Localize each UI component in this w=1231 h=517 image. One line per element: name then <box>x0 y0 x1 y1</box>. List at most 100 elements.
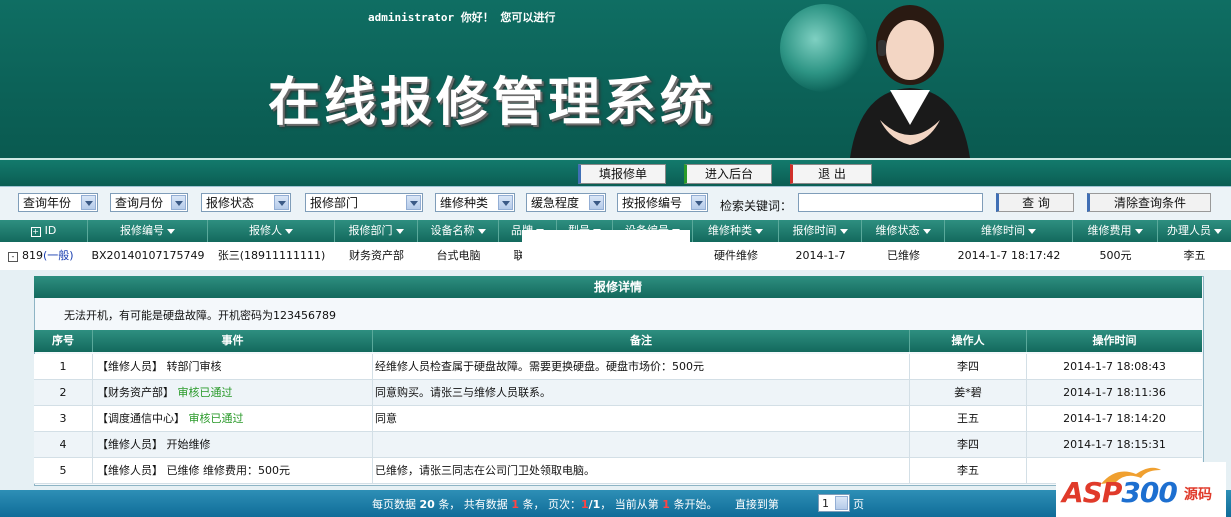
year-select-value: 查询年份 <box>23 196 72 210</box>
detail-note: 经维修人员检查属于硬盘故障。需要更换硬盘。硬盘市场价：500元 <box>373 354 910 379</box>
pager-label: 每页数据 <box>372 498 416 511</box>
logo-text-a: ASP <box>1062 476 1122 509</box>
chevron-down-icon <box>691 195 706 210</box>
sort-icon <box>755 228 763 234</box>
col-handler[interactable]: 办理人员 <box>1158 220 1231 242</box>
detail-time: 2014-1-7 18:15:31 <box>1063 438 1166 451</box>
fill-repair-button[interactable]: 填报修单 <box>578 164 666 184</box>
sort-icon <box>395 228 404 234</box>
detail-event-text: 【维修人员】 已维修 维修费用：500元 <box>97 464 290 477</box>
sort-icon <box>477 228 486 234</box>
pager-label: 条， 共有数据 <box>438 498 508 511</box>
col-repair-time-label: 维修时间 <box>981 224 1025 237</box>
col-handler-label: 办理人员 <box>1167 224 1211 237</box>
detail-event-text: 【调度通信中心】 <box>97 412 185 425</box>
detail-no: 5 <box>34 458 93 483</box>
col-number[interactable]: 报修编号 <box>88 220 208 242</box>
detail-col-note: 备注 <box>373 330 910 352</box>
greeting-message: 你好！ 您可以进行 <box>460 11 556 24</box>
chevron-down-icon <box>81 195 96 210</box>
sort-icon <box>285 228 293 234</box>
urgency-select-value: 缓急程度 <box>531 196 580 210</box>
row-repair-type: 硬件维修 <box>714 249 758 262</box>
detail-note <box>373 432 910 457</box>
col-status-label: 维修状态 <box>875 224 920 237</box>
detail-description: 无法开机，有可能是硬盘故障。开机密码为123456789 <box>64 309 336 322</box>
logo-text-b: 300 <box>1121 476 1177 509</box>
detail-note: 已维修，请张三同志在公司门卫处领取电脑。 <box>373 458 910 483</box>
detail-time: 2014-1-7 18:08:43 <box>1063 360 1166 373</box>
urgency-select[interactable]: 缓急程度 <box>526 193 606 212</box>
year-select[interactable]: 查询年份 <box>18 193 98 212</box>
chevron-down-icon <box>274 195 289 210</box>
pager-total: 1 <box>511 498 519 511</box>
number-select[interactable]: 按报修编号 <box>617 193 708 212</box>
row-status: 已维修 <box>887 249 920 262</box>
sort-icon <box>1214 228 1222 234</box>
col-status[interactable]: 维修状态 <box>862 220 945 242</box>
detail-note: 同意购买。请张三与维修人员联系。 <box>373 380 910 405</box>
col-id-label: ID <box>44 224 57 237</box>
col-device[interactable]: 设备名称 <box>418 220 499 242</box>
watermark-logo: ASP300 源码 <box>1056 462 1226 517</box>
logout-button[interactable]: 退 出 <box>790 164 872 184</box>
row-repair-time: 2014-1-7 18:17:42 <box>957 249 1061 262</box>
number-select-value: 按报修编号 <box>622 196 683 210</box>
collapse-icon[interactable]: - <box>8 252 18 262</box>
search-button[interactable]: 查 询 <box>996 193 1074 212</box>
col-report-time[interactable]: 报修时间 <box>779 220 862 242</box>
detail-event-text: 【维修人员】 开始维修 <box>97 438 211 451</box>
type-select[interactable]: 维修种类 <box>435 193 515 212</box>
page-jump-value: 1 <box>822 497 829 510</box>
detail-no: 1 <box>34 354 93 379</box>
detail-note: 同意 <box>373 406 910 431</box>
detail-event-status: 审核已通过 <box>188 412 244 425</box>
pager-total-pages: /1 <box>588 498 601 511</box>
sort-icon <box>1028 228 1036 234</box>
expand-all-icon[interactable]: + <box>30 227 41 237</box>
row-level-link[interactable]: (一般) <box>43 249 74 262</box>
col-repair-time[interactable]: 维修时间 <box>945 220 1073 242</box>
page-jump-select[interactable]: 1 <box>818 494 850 512</box>
pager-start: 1 <box>662 498 670 511</box>
col-dept[interactable]: 报修部门 <box>335 220 418 242</box>
month-select[interactable]: 查询月份 <box>110 193 188 212</box>
detail-event: 【财务资产部】 审核已通过 <box>93 380 373 405</box>
detail-event-status: 审核已通过 <box>177 386 233 399</box>
detail-col-operator: 操作人 <box>910 330 1027 352</box>
row-reporter: 张三(18911111111) <box>217 249 326 262</box>
dept-select[interactable]: 报修部门 <box>305 193 423 212</box>
clear-filters-button[interactable]: 清除查询条件 <box>1087 193 1211 212</box>
detail-col-no: 序号 <box>34 330 93 352</box>
keyword-input[interactable] <box>798 193 983 212</box>
logo-text-c: 源码 <box>1184 487 1212 503</box>
pager-per-page: 20 <box>419 498 435 511</box>
col-repair-type[interactable]: 维修种类 <box>693 220 779 242</box>
status-select[interactable]: 报修状态 <box>201 193 291 212</box>
col-reporter[interactable]: 报修人 <box>208 220 335 242</box>
row-handler: 李五 <box>1183 249 1206 262</box>
sort-icon <box>1134 228 1143 234</box>
detail-event: 【维修人员】 已维修 维修费用：500元 <box>93 458 373 483</box>
detail-title: 报修详情 <box>34 276 1202 298</box>
status-select-value: 报修状态 <box>206 196 255 210</box>
detail-operator: 王五 <box>910 406 1027 431</box>
detail-col-event: 事件 <box>93 330 373 352</box>
row-device: 台式电脑 <box>436 249 481 262</box>
col-dept-label: 报修部门 <box>348 224 393 237</box>
sort-icon <box>167 228 175 234</box>
row-number: BX20140107175749 <box>91 249 205 262</box>
col-id[interactable]: + ID <box>0 220 88 242</box>
detail-operator: 姜*碧 <box>910 380 1027 405</box>
col-cost-label: 维修费用 <box>1087 224 1132 237</box>
detail-event: 【调度通信中心】 审核已通过 <box>93 406 373 431</box>
detail-no: 3 <box>34 406 93 431</box>
col-reporter-label: 报修人 <box>249 224 282 237</box>
detail-operator: 李四 <box>910 354 1027 379</box>
row-id: 819 <box>22 249 43 262</box>
enter-admin-button[interactable]: 进入后台 <box>684 164 772 184</box>
chevron-down-icon <box>171 195 186 210</box>
col-cost[interactable]: 维修费用 <box>1073 220 1158 242</box>
row-report-time: 2014-1-7 <box>795 249 846 262</box>
type-select-value: 维修种类 <box>440 196 489 210</box>
